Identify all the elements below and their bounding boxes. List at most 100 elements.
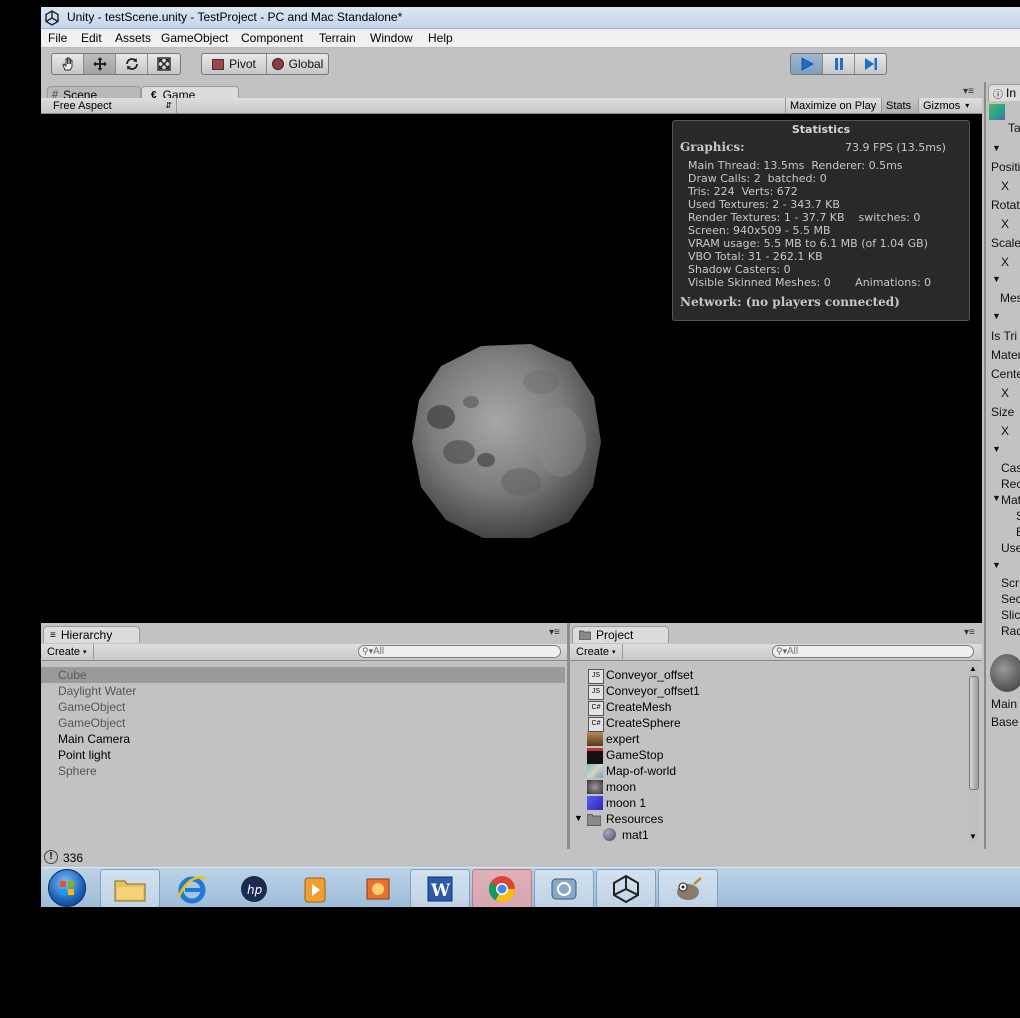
item-label: GameObject bbox=[58, 700, 126, 714]
hierarchy-item[interactable]: Cube bbox=[41, 667, 565, 683]
project-item[interactable]: moon 1 bbox=[570, 795, 646, 811]
scale-tool-button[interactable] bbox=[148, 54, 180, 74]
panel-menu-icon[interactable]: ▾≡ bbox=[963, 86, 974, 97]
network-button[interactable] bbox=[534, 869, 594, 907]
project-item[interactable]: C# CreateSphere bbox=[570, 715, 681, 732]
word-button[interactable]: W bbox=[410, 869, 470, 907]
project-item[interactable]: JS Conveyor_offset1 bbox=[570, 683, 700, 700]
item-label: Daylight Water bbox=[58, 684, 137, 698]
scroll-up-icon[interactable]: ▲ bbox=[968, 664, 978, 674]
ie-icon bbox=[177, 875, 206, 903]
hierarchy-item[interactable]: Main Camera bbox=[41, 731, 565, 747]
warning-icon[interactable]: ! bbox=[44, 850, 58, 864]
menu-window[interactable]: Window bbox=[370, 31, 413, 45]
aspect-dropdown[interactable]: Free Aspect ⇵ bbox=[41, 98, 177, 113]
project-item[interactable]: GameStop bbox=[570, 747, 664, 765]
menu-terrain[interactable]: Terrain bbox=[319, 31, 356, 45]
search-icon: ⚲▾ bbox=[776, 646, 788, 656]
scroll-down-icon[interactable]: ▼ bbox=[968, 832, 978, 842]
hierarchy-panel: ≡ Hierarchy ▾≡ Create ▾ ⚲▾ All Cube Dayl… bbox=[41, 623, 567, 845]
foldout-icon[interactable]: ▼ bbox=[992, 274, 1001, 284]
hierarchy-create-button[interactable]: Create ▾ bbox=[41, 644, 94, 659]
menu-component[interactable]: Component bbox=[241, 31, 303, 45]
hp-button[interactable]: hp bbox=[224, 869, 284, 907]
stat-line: VRAM usage: 5.5 MB to 6.1 MB (of 1.04 GB… bbox=[688, 237, 928, 250]
status-text[interactable]: 336 bbox=[63, 851, 83, 865]
expand-arrow-icon[interactable]: ▼ bbox=[574, 813, 583, 823]
foldout-icon[interactable]: ▼ bbox=[992, 143, 1001, 153]
play-icon bbox=[801, 57, 814, 71]
foldout-icon[interactable]: ▼ bbox=[992, 311, 1001, 321]
item-label: mat1 bbox=[622, 828, 649, 842]
project-item[interactable]: JS Conveyor_offset bbox=[570, 667, 693, 684]
explorer-button[interactable] bbox=[100, 869, 160, 907]
project-item[interactable]: expert bbox=[570, 731, 639, 747]
stat-line: Used Textures: 2 - 343.7 KB bbox=[688, 198, 840, 211]
menu-edit[interactable]: Edit bbox=[81, 31, 102, 45]
tab-inspector[interactable]: ⓘ In bbox=[988, 84, 1020, 101]
rotate-tool-button[interactable] bbox=[116, 54, 148, 74]
menu-help[interactable]: Help bbox=[428, 31, 453, 45]
project-item[interactable]: mat1 bbox=[570, 827, 649, 843]
inspector-label: Cente bbox=[991, 367, 1020, 381]
gimp-button[interactable] bbox=[658, 869, 718, 907]
foldout-icon[interactable]: ▼ bbox=[992, 493, 1001, 503]
hierarchy-item[interactable]: Point light bbox=[41, 747, 565, 763]
pause-button[interactable] bbox=[823, 54, 855, 74]
tab-project[interactable]: Project bbox=[572, 626, 669, 643]
project-scrollbar[interactable]: ▲ ▼ bbox=[968, 664, 979, 844]
hand-tool-button[interactable] bbox=[52, 54, 84, 74]
ie-button[interactable] bbox=[162, 869, 222, 907]
game-view[interactable]: Statistics Graphics: 73.9 FPS (13.5ms) M… bbox=[41, 114, 982, 623]
maximize-on-play-button[interactable]: Maximize on Play bbox=[785, 98, 881, 113]
menu-gameobject[interactable]: GameObject bbox=[161, 31, 228, 45]
project-item[interactable]: C# CreateMesh bbox=[570, 699, 671, 716]
inspector-label: X bbox=[1001, 179, 1010, 193]
gameobject-icon bbox=[989, 104, 1005, 120]
hierarchy-search-input[interactable]: ⚲▾ All bbox=[358, 645, 561, 658]
project-item[interactable]: Map-of-world bbox=[570, 763, 676, 779]
panel-menu-icon[interactable]: ▾≡ bbox=[964, 627, 975, 638]
inspector-label: Base bbox=[991, 715, 1019, 729]
play-button[interactable] bbox=[791, 54, 823, 74]
hierarchy-item[interactable]: GameObject bbox=[41, 699, 565, 715]
project-item[interactable]: ▼ Resources bbox=[570, 811, 663, 827]
photo-button[interactable] bbox=[348, 869, 408, 907]
project-item[interactable]: moon bbox=[570, 779, 636, 795]
menu-assets[interactable]: Assets bbox=[115, 31, 151, 45]
inspector-label: Scr bbox=[1001, 576, 1019, 590]
hierarchy-item[interactable]: Daylight Water bbox=[41, 683, 565, 699]
hierarchy-item[interactable]: GameObject bbox=[41, 715, 565, 731]
stat-line: Main Thread: 13.5ms Renderer: 0.5ms bbox=[688, 159, 903, 172]
gizmos-dropdown[interactable]: Gizmos ▾ bbox=[918, 98, 976, 113]
script-icon: JS bbox=[588, 669, 604, 684]
inspector-label: Main bbox=[991, 697, 1018, 711]
pivot-label: Pivot bbox=[229, 57, 256, 71]
stats-button[interactable]: Stats bbox=[881, 98, 918, 113]
step-button[interactable] bbox=[855, 54, 886, 74]
menu-file[interactable]: File bbox=[48, 31, 67, 45]
global-button[interactable]: Global bbox=[267, 54, 328, 74]
item-label: GameObject bbox=[58, 716, 126, 730]
panel-menu-icon[interactable]: ▾≡ bbox=[549, 627, 560, 638]
move-tool-button[interactable] bbox=[84, 54, 116, 74]
media-player-button[interactable] bbox=[286, 869, 346, 907]
project-search-input[interactable]: ⚲▾ All bbox=[772, 645, 974, 658]
hierarchy-item[interactable]: Sphere bbox=[41, 763, 565, 779]
foldout-icon[interactable]: ▼ bbox=[992, 560, 1001, 570]
scroll-thumb[interactable] bbox=[969, 676, 979, 790]
inspector-label: Scale bbox=[991, 236, 1020, 250]
foldout-icon[interactable]: ▼ bbox=[992, 444, 1001, 454]
start-orb[interactable] bbox=[48, 869, 86, 907]
chrome-button[interactable] bbox=[472, 869, 532, 907]
pivot-icon bbox=[212, 58, 225, 70]
project-create-button[interactable]: Create ▾ bbox=[570, 644, 623, 659]
unity-button[interactable] bbox=[596, 869, 656, 907]
pivot-button[interactable]: Pivot bbox=[202, 54, 267, 74]
title-bar: Unity - testScene.unity - TestProject - … bbox=[41, 7, 1020, 29]
scale-icon bbox=[157, 57, 171, 71]
item-label: GameStop bbox=[606, 748, 664, 762]
stat-line: Screen: 940x509 - 5.5 MB bbox=[688, 224, 831, 237]
tab-hierarchy[interactable]: ≡ Hierarchy bbox=[43, 626, 140, 643]
pause-icon bbox=[834, 58, 843, 70]
